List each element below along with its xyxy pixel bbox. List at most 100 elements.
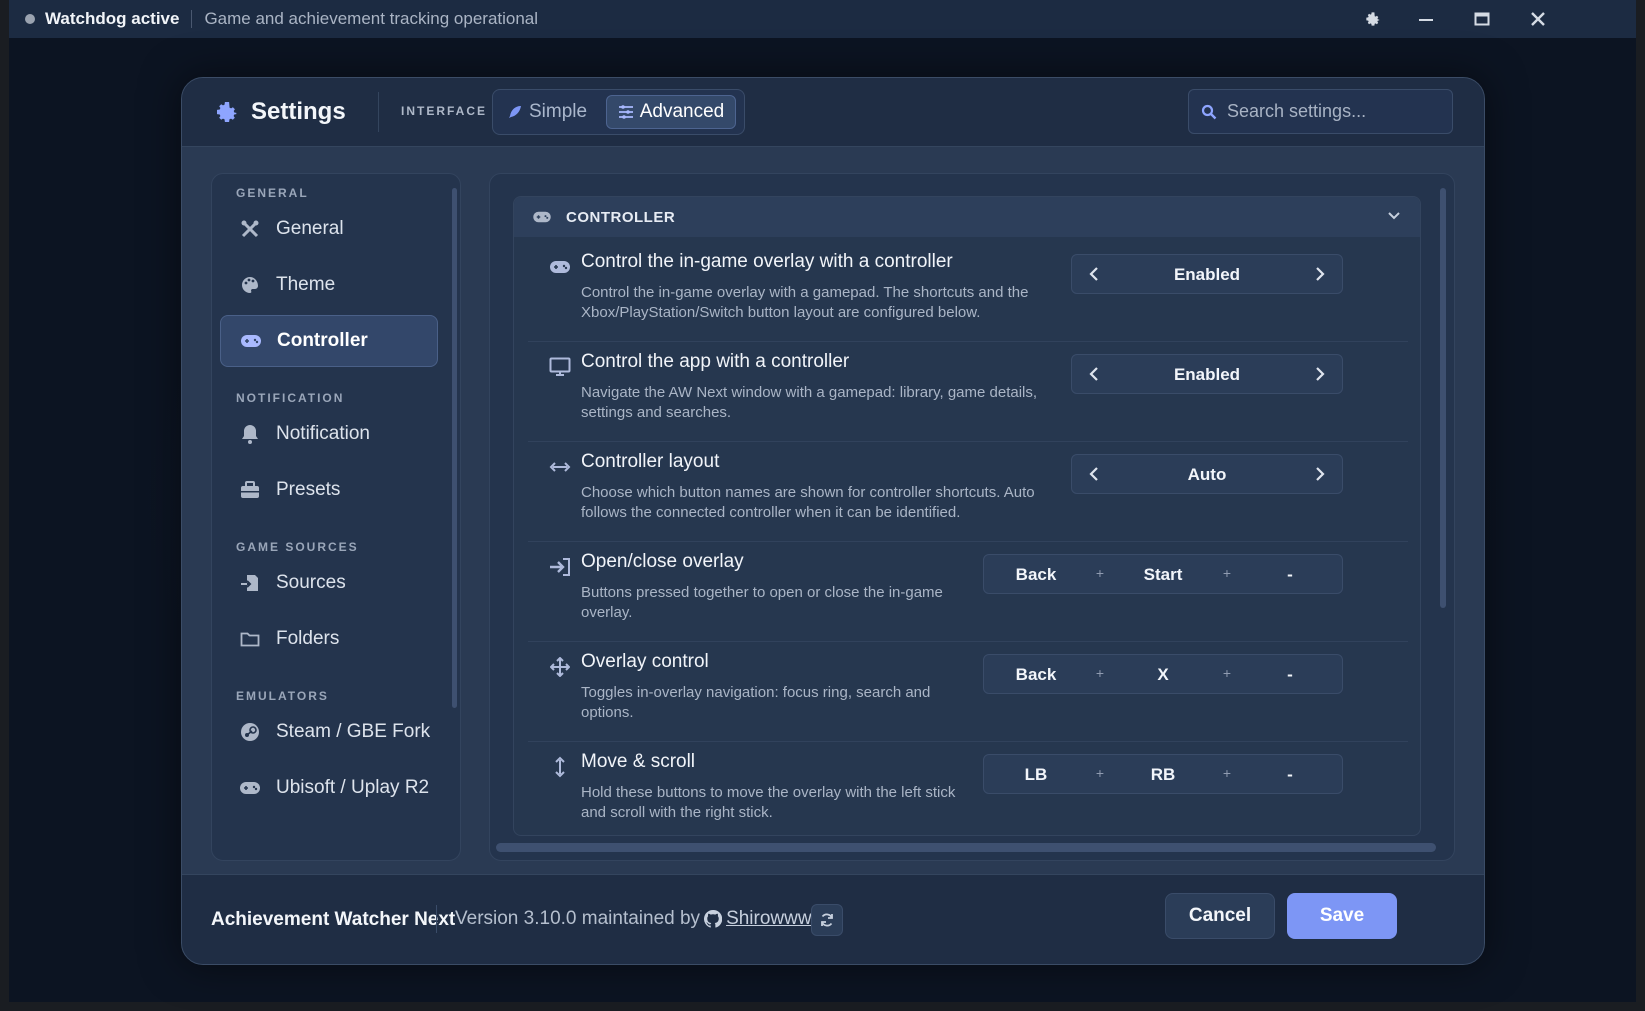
maximize-icon[interactable]	[1462, 0, 1502, 38]
setting-title: Control the in-game overlay with a contr…	[581, 251, 953, 272]
shortcut-key[interactable]: X	[1113, 665, 1213, 685]
mode-simple-label: Simple	[529, 101, 588, 122]
refresh-button[interactable]	[811, 904, 843, 936]
bell-icon	[238, 422, 262, 446]
version-info: Version 3.10.0 maintained by Shirowwww	[455, 908, 825, 930]
shortcut-key[interactable]: -	[1240, 665, 1340, 685]
arrows-vertical-icon	[548, 755, 572, 779]
sidebar-section-notification: NOTIFICATION	[236, 391, 345, 405]
overlay-controller-stepper: Enabled	[1071, 254, 1343, 294]
setting-description: Choose which button names are shown for …	[581, 483, 1035, 523]
settings-gear-icon	[217, 102, 237, 122]
sidebar-item-theme[interactable]: Theme	[220, 259, 438, 311]
stepper-value: Auto	[1187, 465, 1227, 484]
folder-icon	[238, 627, 262, 651]
dialog-footer: Achievement Watcher Next Version 3.10.0 …	[182, 874, 1484, 964]
setting-row: Control the app with a controller Naviga…	[528, 341, 1408, 442]
title-bar: Watchdog active Game and achievement tra…	[9, 0, 1636, 38]
save-button[interactable]: Save	[1287, 893, 1397, 939]
shortcut-key[interactable]: Back	[986, 565, 1086, 585]
overlay-control-shortcut: Back + X + -	[983, 654, 1343, 694]
shortcut-key[interactable]: RB	[1113, 765, 1213, 785]
setting-description: Toggles in-overlay navigation: focus rin…	[581, 683, 930, 723]
shortcut-plus: +	[1222, 665, 1232, 681]
setting-title: Open/close overlay	[581, 551, 744, 572]
move-scroll-shortcut: LB + RB + -	[983, 754, 1343, 794]
sidebar-item-ubisoft[interactable]: Ubisoft / Uplay R2	[220, 762, 438, 814]
sidebar-item-general[interactable]: General	[220, 203, 438, 255]
gamepad-icon	[533, 211, 551, 223]
setting-description-line: Choose which button names are shown for …	[581, 484, 1035, 501]
setting-title: Control the app with a controller	[581, 351, 850, 372]
content-horizontal-scrollbar[interactable]	[496, 843, 1436, 852]
shortcut-key[interactable]: -	[1240, 565, 1340, 585]
sidebar-item-label: Ubisoft / Uplay R2	[276, 777, 430, 798]
shortcut-plus: +	[1095, 765, 1105, 781]
shortcut-key[interactable]: Start	[1113, 565, 1213, 585]
sidebar-section-game-sources: GAME SOURCES	[236, 540, 359, 554]
sidebar-item-label: Steam / GBE Fork	[276, 721, 431, 742]
mode-simple-button[interactable]: Simple	[507, 95, 599, 129]
setting-description: Control the in-game overlay with a gamep…	[581, 283, 1028, 323]
cancel-button[interactable]: Cancel	[1165, 893, 1275, 939]
shortcut-key[interactable]: LB	[986, 765, 1086, 785]
feather-icon	[509, 106, 521, 118]
sidebar-item-controller[interactable]: Controller	[220, 315, 438, 367]
mode-advanced-label: Advanced	[639, 101, 725, 122]
chevron-left-icon[interactable]	[1084, 264, 1104, 284]
gamepad-icon	[239, 329, 263, 353]
setting-description: Navigate the AW Next window with a gamep…	[581, 383, 1037, 423]
setting-description-line: settings and searches.	[581, 404, 732, 421]
shortcut-plus: +	[1222, 565, 1232, 581]
chevron-down-icon[interactable]	[1386, 207, 1402, 228]
chevron-left-icon[interactable]	[1084, 364, 1104, 384]
arrows-horizontal-icon	[548, 455, 572, 479]
chevron-right-icon[interactable]	[1310, 364, 1330, 384]
footer-divider	[436, 905, 437, 933]
open-overlay-shortcut: Back + Start + -	[983, 554, 1343, 594]
sidebar-item-label: Sources	[276, 572, 346, 593]
shortcut-key[interactable]: Back	[986, 665, 1086, 685]
sidebar-item-label: General	[276, 218, 344, 239]
shortcut-key[interactable]: -	[1240, 765, 1340, 785]
watchdog-status: Watchdog active	[45, 9, 180, 28]
shortcut-plus: +	[1095, 665, 1105, 681]
monitor-icon	[548, 355, 572, 379]
setting-description-line: Buttons pressed together to open or clos…	[581, 584, 943, 601]
controller-section: CONTROLLER Control the in-game overlay w…	[513, 196, 1421, 836]
gear-icon[interactable]	[1353, 0, 1393, 38]
setting-row: Controller layout Choose which button na…	[528, 441, 1408, 542]
app-window: Watchdog active Game and achievement tra…	[9, 0, 1636, 1002]
controller-section-title: CONTROLLER	[566, 208, 676, 226]
sidebar-item-steam[interactable]: Steam / GBE Fork	[220, 706, 438, 758]
palette-icon	[238, 273, 262, 297]
sidebar-item-label: Notification	[276, 423, 370, 444]
controller-section-header[interactable]: CONTROLLER	[514, 197, 1420, 237]
minimize-icon[interactable]	[1406, 0, 1446, 38]
sidebar-item-sources[interactable]: Sources	[220, 557, 438, 609]
sidebar-item-presets[interactable]: Presets	[220, 464, 438, 516]
version-text: Version 3.10.0 maintained by	[455, 908, 701, 929]
setting-description-line: Hold these buttons to move the overlay w…	[581, 784, 956, 801]
search-input[interactable]: Search settings...	[1188, 89, 1453, 134]
settings-dialog: Settings INTERFACE Simple Advanced Searc…	[181, 77, 1485, 965]
chevron-left-icon[interactable]	[1084, 464, 1104, 484]
mode-advanced-button[interactable]: Advanced	[606, 95, 736, 129]
settings-content: CONTROLLER Control the in-game overlay w…	[489, 173, 1455, 861]
sidebar-scrollbar[interactable]	[452, 188, 457, 708]
setting-row: Overlay control Toggles in-overlay navig…	[528, 641, 1408, 742]
sidebar-item-notification[interactable]: Notification	[220, 408, 438, 460]
sidebar-section-general: GENERAL	[236, 186, 309, 200]
setting-title: Overlay control	[581, 651, 709, 672]
chevron-right-icon[interactable]	[1310, 264, 1330, 284]
setting-title: Controller layout	[581, 451, 720, 472]
stepper-value: Enabled	[1173, 365, 1241, 384]
chevron-right-icon[interactable]	[1310, 464, 1330, 484]
content-vertical-scrollbar[interactable]	[1440, 188, 1446, 608]
gamepad-icon	[548, 255, 572, 279]
gamepad-icon	[238, 776, 262, 800]
close-icon[interactable]	[1518, 0, 1558, 38]
sidebar-item-folders[interactable]: Folders	[220, 613, 438, 665]
dialog-title: Settings	[251, 98, 346, 125]
watchdog-subtitle: Game and achievement tracking operationa…	[204, 9, 539, 28]
